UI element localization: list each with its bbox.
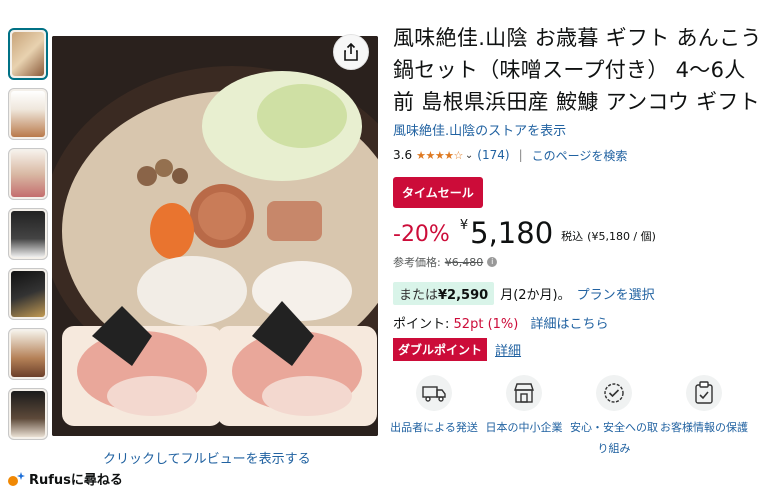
unit-price: (¥5,180 / 個) bbox=[587, 230, 656, 243]
feature-label: お客様情報の保護 bbox=[660, 421, 748, 434]
fullview-link[interactable]: クリックしてフルビューを表示する bbox=[103, 448, 311, 467]
price-row: -20% ¥ 5,180 税込 (¥5,180 / 個) bbox=[393, 214, 763, 250]
share-button[interactable] bbox=[333, 34, 369, 70]
double-point-badge: ダブルポイント bbox=[393, 338, 488, 361]
feature-seller-shipping[interactable]: 出品者による発送 bbox=[389, 375, 479, 459]
installment-prefix: または bbox=[399, 288, 439, 303]
product-title: 風味絶佳.山陰 お歳暮 ギフト あんこう鍋セット（味噌スープ付き） 4〜6人前 … bbox=[393, 26, 762, 114]
points-rate: (1%) bbox=[487, 317, 519, 332]
rufus-button[interactable]: Rufusに尋ねる bbox=[6, 469, 123, 488]
reference-label: 参考価格: bbox=[393, 256, 441, 269]
feature-safety[interactable]: 安心・安全への取り組み bbox=[569, 375, 659, 459]
double-point-row: ダブルポイント 詳細 bbox=[393, 338, 763, 361]
feature-small-business[interactable]: 日本の中小企業 bbox=[479, 375, 569, 459]
info-icon[interactable]: i bbox=[487, 257, 498, 267]
main-product-image[interactable] bbox=[52, 36, 378, 436]
share-icon bbox=[344, 43, 358, 61]
double-point-details-link[interactable]: 詳細 bbox=[495, 340, 521, 359]
verified-badge-icon bbox=[596, 375, 632, 411]
installment-amount: ¥2,590 bbox=[438, 288, 489, 303]
currency-symbol: ¥ bbox=[459, 218, 469, 233]
points-details-link[interactable]: 詳細はこちら bbox=[531, 317, 609, 332]
delivery-truck-icon bbox=[416, 375, 452, 411]
thumbnail-3[interactable] bbox=[8, 148, 48, 200]
reference-price-row: 参考価格: ¥6,480 i bbox=[393, 254, 763, 270]
points-value: 52pt bbox=[453, 317, 484, 332]
feature-label: 出品者による発送 bbox=[390, 421, 478, 434]
chevron-down-icon[interactable]: ⌄ bbox=[465, 150, 473, 161]
rating-row: 3.6 ★★★★☆ ⌄ (174) | このページを検索 bbox=[393, 147, 763, 163]
feature-label: 日本の中小企業 bbox=[485, 421, 563, 434]
rating-value: 3.6 bbox=[393, 148, 413, 162]
points-label: ポイント: bbox=[393, 317, 450, 332]
thumbnail-6[interactable] bbox=[8, 328, 48, 380]
store-link[interactable]: 風味絶佳.山陰のストアを表示 bbox=[393, 120, 763, 139]
clipboard-check-icon bbox=[686, 375, 722, 411]
rating-count-link[interactable]: (174) bbox=[477, 148, 509, 162]
thumbnail-5[interactable] bbox=[8, 268, 48, 320]
search-page-link[interactable]: このページを検索 bbox=[532, 147, 628, 164]
installment-term: 月(2か月)。 bbox=[500, 288, 571, 303]
thumbnail-1[interactable] bbox=[8, 28, 48, 80]
rufus-sparkle-icon bbox=[8, 471, 25, 486]
points-row: ポイント: 52pt (1%) 詳細はこちら bbox=[393, 313, 763, 332]
feature-icons-row: 出品者による発送 日本の中小企業 安心・安全への取り組み お客様情報の保護 bbox=[389, 375, 763, 459]
thumbnail-2[interactable] bbox=[8, 88, 48, 140]
storefront-icon bbox=[506, 375, 542, 411]
hotpot-illustration bbox=[52, 36, 378, 436]
feature-data-protection[interactable]: お客様情報の保護 bbox=[659, 375, 749, 459]
thumbnail-list bbox=[8, 28, 48, 448]
time-sale-badge: タイムセール bbox=[393, 177, 483, 208]
rufus-label: Rufusに尋ねる bbox=[29, 473, 123, 488]
tax-label: 税込 bbox=[561, 230, 584, 243]
installment-row: または¥2,590 月(2か月)。 プランを選択 bbox=[393, 282, 763, 305]
discount-percent: -20% bbox=[393, 222, 450, 247]
reference-price: ¥6,480 bbox=[444, 255, 484, 269]
product-info: 風味絶佳.山陰 お歳暮 ギフト あんこう鍋セット（味噌スープ付き） 4〜6人前 … bbox=[390, 22, 763, 459]
installment-pill: または¥2,590 bbox=[393, 282, 495, 305]
feature-label: 安心・安全への取り組み bbox=[570, 421, 658, 455]
rating-separator: | bbox=[518, 148, 523, 162]
price-value: 5,180 bbox=[470, 216, 554, 250]
thumbnail-7[interactable] bbox=[8, 388, 48, 440]
thumbnail-4[interactable] bbox=[8, 208, 48, 260]
select-plan-link[interactable]: プランを選択 bbox=[577, 284, 655, 303]
star-rating-icon[interactable]: ★★★★☆ bbox=[416, 149, 463, 162]
